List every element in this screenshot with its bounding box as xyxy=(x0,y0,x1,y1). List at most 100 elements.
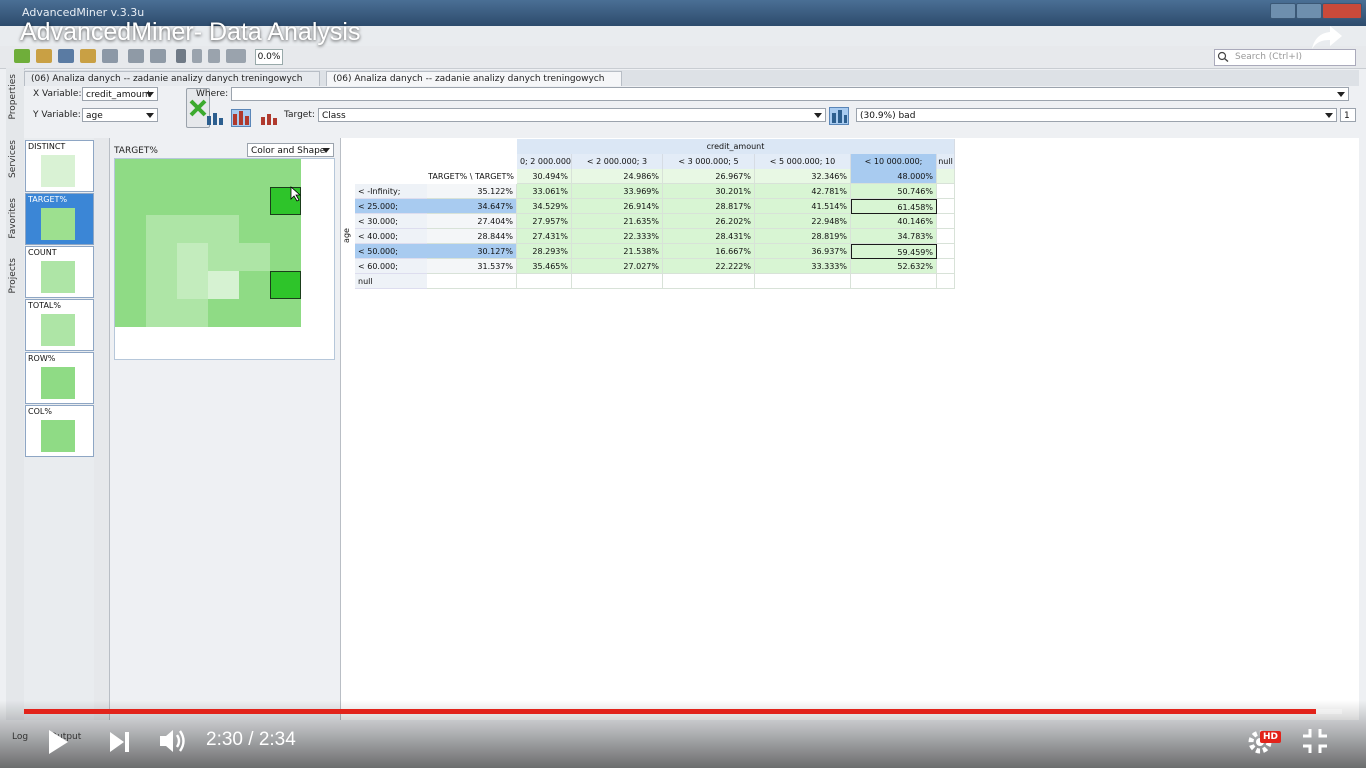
heatmap-cell[interactable] xyxy=(208,187,239,215)
heatmap-cell[interactable] xyxy=(270,215,301,243)
where-label: Where: xyxy=(196,89,229,99)
close-button[interactable] xyxy=(1322,3,1362,19)
heatmap-mode-select[interactable]: Color and Shape xyxy=(247,143,334,157)
heatmap-cell[interactable] xyxy=(177,299,208,327)
heatmap-cell[interactable] xyxy=(115,159,146,187)
row-total: 28.844% xyxy=(427,229,517,244)
table-cell: 28.819% xyxy=(755,229,851,244)
heatmap-cell[interactable] xyxy=(239,215,270,243)
view-list-scrollbar[interactable] xyxy=(94,138,110,720)
heatmap-cell[interactable] xyxy=(177,187,208,215)
heatmap-cell[interactable] xyxy=(115,243,146,271)
refresh-icon[interactable] xyxy=(208,49,220,63)
log-tab[interactable]: Log xyxy=(12,732,28,742)
heatmap-cell[interactable] xyxy=(146,243,177,271)
analysis-controls: X Variable: credit_amount Y Variable: ag… xyxy=(24,86,1359,139)
video-progress-bar[interactable] xyxy=(24,709,1342,714)
view-total-pct[interactable]: TOTAL% xyxy=(25,299,94,351)
chart-mode-2-icon[interactable] xyxy=(231,109,251,127)
video-time: 2:30 / 2:34 xyxy=(206,729,296,750)
heatmap-cell[interactable] xyxy=(146,187,177,215)
heatmap-cell[interactable] xyxy=(177,215,208,243)
chart-mode-3-icon[interactable] xyxy=(260,110,278,126)
heatmap-cell[interactable] xyxy=(146,159,177,187)
new-icon[interactable] xyxy=(14,49,30,63)
column-total: 48.000% xyxy=(851,169,937,184)
undo-icon[interactable] xyxy=(128,49,144,63)
heatmap-cell[interactable] xyxy=(115,187,146,215)
heatmap-cell[interactable] xyxy=(239,187,270,215)
view-thumbnail xyxy=(41,367,75,399)
heatmap-cell[interactable] xyxy=(146,215,177,243)
heatmap-cell[interactable] xyxy=(239,243,270,271)
heatmap-cell[interactable] xyxy=(270,299,301,327)
side-tab-services[interactable]: Services xyxy=(8,140,22,178)
doc-tab-2[interactable]: (06) Analiza danych -- zadanie analizy d… xyxy=(326,71,622,98)
target-chart-icon[interactable] xyxy=(829,107,849,125)
heatmap-cell[interactable] xyxy=(208,159,239,187)
x-variable-label: X Variable: xyxy=(33,89,82,99)
heatmap-cell[interactable] xyxy=(177,271,208,299)
view-thumbnail xyxy=(41,420,75,452)
side-tab-favorites[interactable]: Favorites xyxy=(8,198,22,239)
x-variable-select[interactable]: credit_amount xyxy=(82,87,158,101)
heatmap-cell[interactable] xyxy=(115,299,146,327)
where-input[interactable] xyxy=(231,87,1349,101)
heatmap-cell[interactable] xyxy=(115,215,146,243)
heatmap-cell[interactable] xyxy=(239,299,270,327)
table-cell-null xyxy=(517,274,572,289)
table-cell-null xyxy=(937,229,955,244)
exit-fullscreen-icon[interactable] xyxy=(1302,728,1328,754)
next-icon[interactable] xyxy=(108,731,132,753)
target-value-field[interactable]: 1 xyxy=(1340,108,1356,122)
heatmap-cell[interactable] xyxy=(208,243,239,271)
print-icon[interactable] xyxy=(102,49,118,63)
table-cell-null xyxy=(663,274,755,289)
heatmap-cell[interactable] xyxy=(239,271,270,299)
heatmap-cell[interactable] xyxy=(270,271,301,299)
heatmap-cell[interactable] xyxy=(239,159,270,187)
stop-icon[interactable] xyxy=(192,49,202,63)
volume-icon[interactable] xyxy=(158,727,190,755)
heatmap-cell[interactable] xyxy=(208,215,239,243)
view-count[interactable]: COUNT xyxy=(25,246,94,298)
target-select[interactable]: Class xyxy=(318,108,826,122)
heatmap-cell[interactable] xyxy=(208,271,239,299)
play-icon[interactable] xyxy=(46,729,70,755)
view-row-pct[interactable]: ROW% xyxy=(25,352,94,404)
save-all-icon[interactable] xyxy=(80,49,96,63)
table-cell: 61.458% xyxy=(851,199,937,214)
side-tab-properties[interactable]: Properties xyxy=(8,74,22,119)
table-cell: 42.781% xyxy=(755,184,851,199)
heatmap-cell[interactable] xyxy=(270,243,301,271)
heatmap-cell[interactable] xyxy=(146,299,177,327)
heatmap-cell[interactable] xyxy=(270,159,301,187)
target-class-select[interactable]: (30.9%) bad xyxy=(856,108,1337,122)
run-icon[interactable] xyxy=(176,49,186,63)
heatmap-cell[interactable] xyxy=(146,271,177,299)
table-cell-null xyxy=(937,274,955,289)
heatmap-cell[interactable] xyxy=(177,243,208,271)
save-icon[interactable] xyxy=(58,49,74,63)
chart-mode-1-icon[interactable] xyxy=(206,110,224,126)
table-cell: 50.746% xyxy=(851,184,937,199)
view-col-pct[interactable]: COL% xyxy=(25,405,94,457)
table-cell: 36.937% xyxy=(755,244,851,259)
heatmap-cell[interactable] xyxy=(177,159,208,187)
y-variable-select[interactable]: age xyxy=(82,108,158,122)
minimize-button[interactable] xyxy=(1270,3,1296,19)
column-total: 30.494% xyxy=(517,169,572,184)
side-tab-projects[interactable]: Projects xyxy=(8,258,22,293)
pause-icon[interactable] xyxy=(226,49,246,63)
chevron-down-icon xyxy=(1325,113,1333,118)
heatmap-cell[interactable] xyxy=(115,271,146,299)
doc-tab-1[interactable]: (06) Analiza danych -- zadanie analizy d… xyxy=(24,71,320,98)
share-icon[interactable] xyxy=(1310,22,1344,52)
heatmap-cell[interactable] xyxy=(208,299,239,327)
view-distinct[interactable]: DISTINCT xyxy=(25,140,94,192)
view-target-pct[interactable]: TARGET% xyxy=(25,193,94,245)
maximize-button[interactable] xyxy=(1296,3,1322,19)
redo-icon[interactable] xyxy=(150,49,166,63)
open-icon[interactable] xyxy=(36,49,52,63)
hd-badge: HD xyxy=(1260,731,1282,743)
